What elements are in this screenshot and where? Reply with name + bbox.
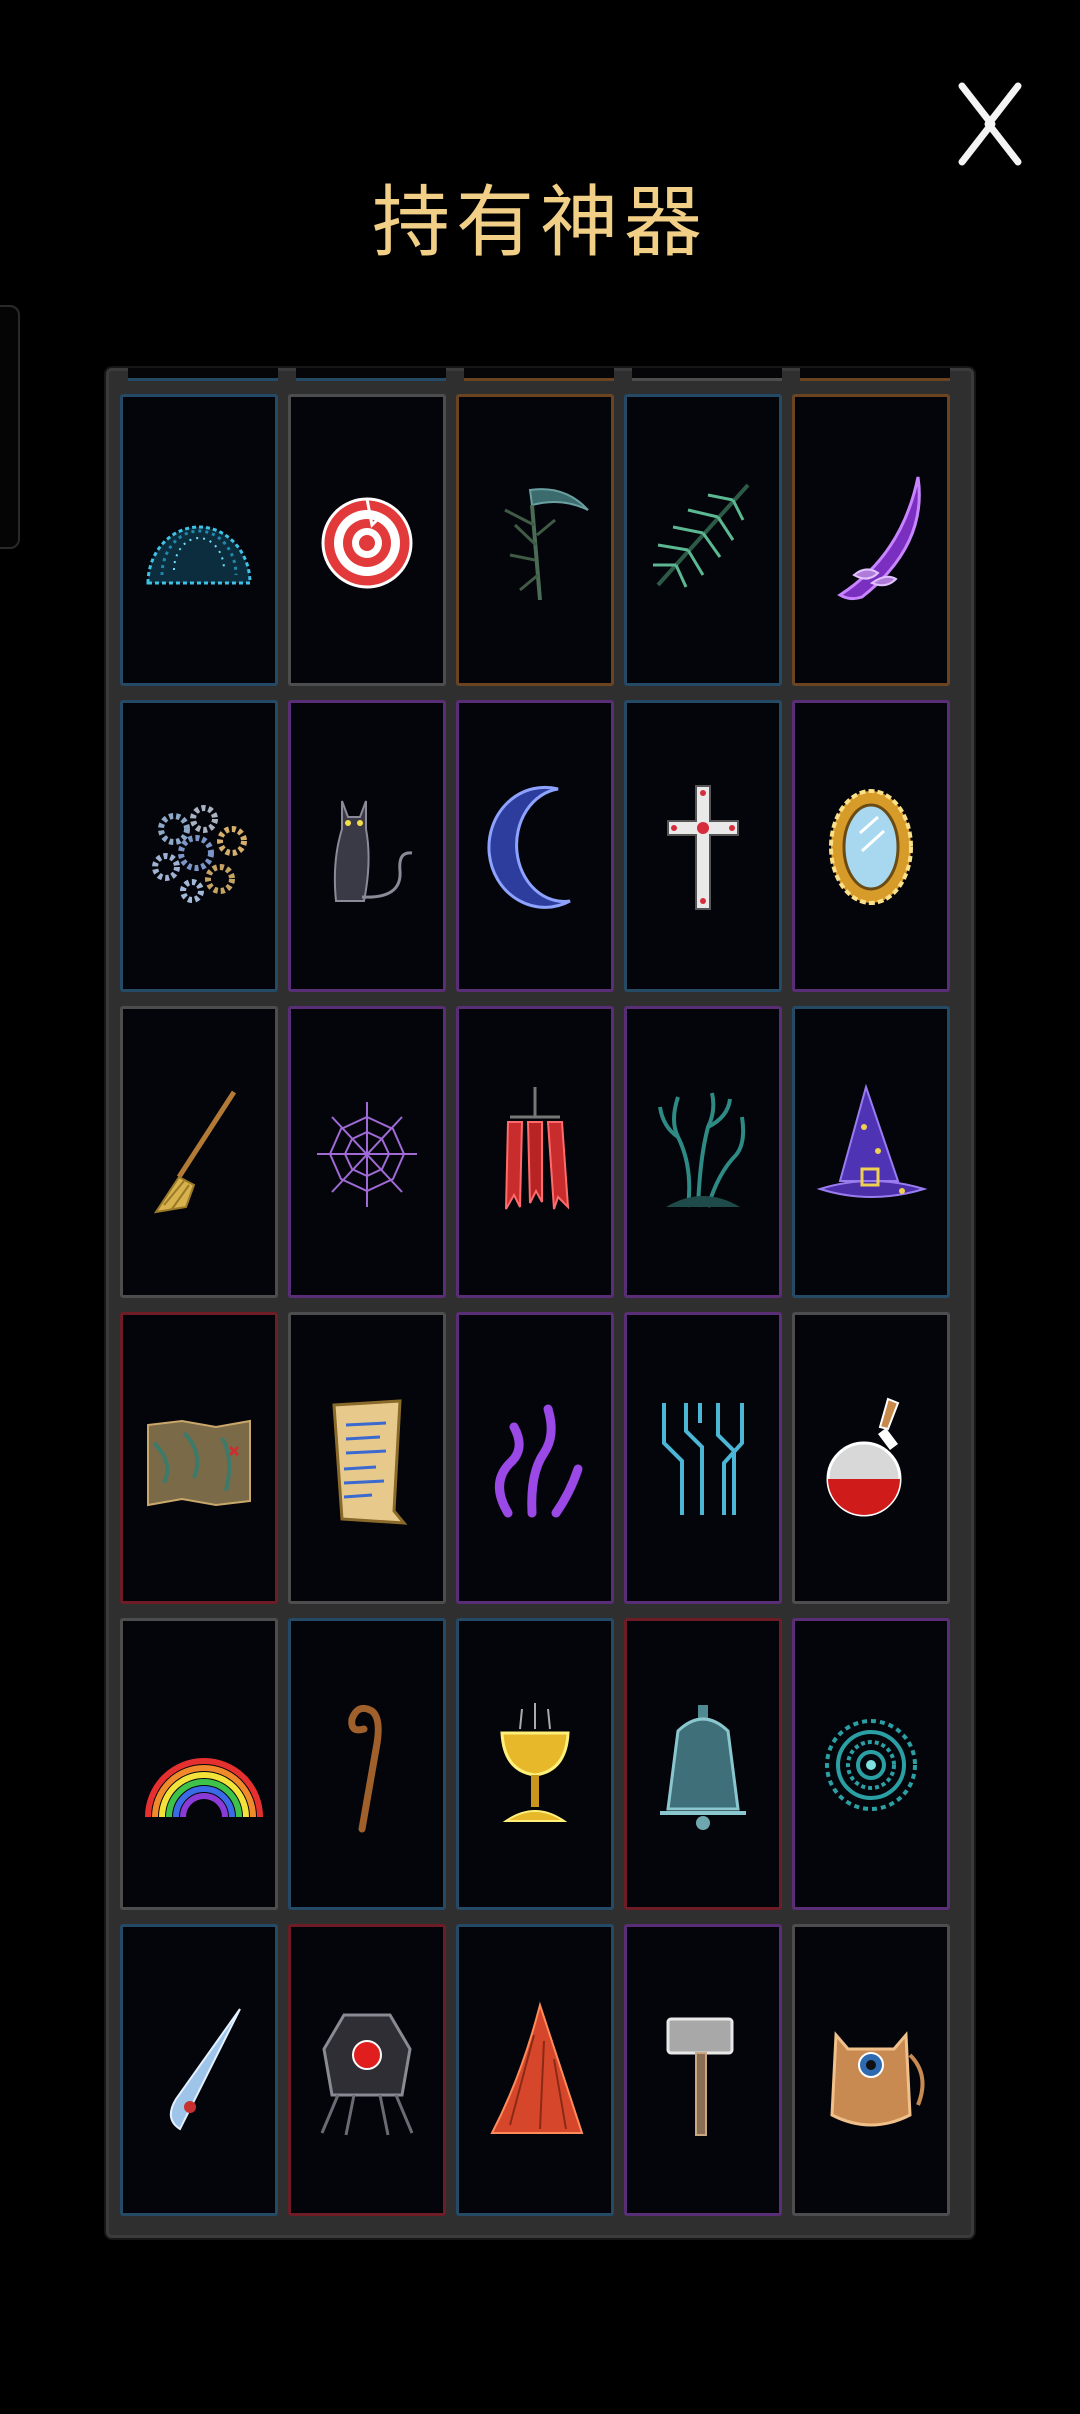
- artifact-card-red-potion[interactable]: [792, 1312, 950, 1604]
- artifact-card-spike-shard[interactable]: [120, 1924, 278, 2216]
- artifact-card-crescent-moon[interactable]: [456, 700, 614, 992]
- jeweled-cross-icon: [667, 785, 739, 910]
- scythe-icon: [504, 488, 589, 601]
- artifact-card-fir-branch[interactable]: [624, 394, 782, 686]
- artifact-card-mechanical-eye[interactable]: [288, 1924, 446, 2216]
- artifact-grid: [120, 394, 970, 2216]
- crescent-moon-icon: [487, 785, 571, 909]
- circuit-glyph-icon: [662, 1403, 744, 1515]
- previous-row-peek: [120, 368, 960, 382]
- treasure-map-icon: [147, 1419, 251, 1507]
- close-button[interactable]: [950, 78, 1030, 168]
- purple-claw-icon: [837, 476, 921, 601]
- artifact-panel[interactable]: [106, 368, 974, 2238]
- artifact-card-dark-orb[interactable]: [120, 394, 278, 686]
- black-cat-icon: [333, 800, 413, 902]
- war-hammer-icon: [666, 2017, 734, 2136]
- red-potion-icon: [826, 1397, 902, 1517]
- artifact-card-gears[interactable]: [120, 700, 278, 992]
- tentacles-icon: [495, 1404, 583, 1518]
- spiral-portal-icon: [825, 1719, 917, 1811]
- artifact-card-war-hammer[interactable]: [624, 1924, 782, 2216]
- artifact-card-circuit-glyph[interactable]: [624, 1312, 782, 1604]
- artifact-card-golden-mirror[interactable]: [792, 700, 950, 992]
- artifact-card-wizard-hat[interactable]: [792, 1006, 950, 1298]
- golden-chalice-icon: [500, 1703, 570, 1822]
- artifact-card-spiral-portal[interactable]: [792, 1618, 950, 1910]
- cat-bag-icon: [830, 2031, 925, 2127]
- artifact-card-red-fin[interactable]: [456, 1924, 614, 2216]
- artifact-card-scroll[interactable]: [288, 1312, 446, 1604]
- gears-icon: [152, 805, 247, 903]
- bell-icon: [660, 1705, 746, 1830]
- dead-tree-icon: [658, 1092, 746, 1208]
- broom-icon: [153, 1090, 237, 1214]
- artifact-card-wooden-staff[interactable]: [288, 1618, 446, 1910]
- artifact-card-tentacles[interactable]: [456, 1312, 614, 1604]
- wooden-staff-icon: [348, 1704, 382, 1833]
- artifact-card-cat-bag[interactable]: [792, 1924, 950, 2216]
- golden-mirror-icon: [829, 789, 913, 905]
- artifact-card-golden-chalice[interactable]: [456, 1618, 614, 1910]
- dark-orb-icon: [146, 525, 252, 585]
- artifact-card-scythe[interactable]: [456, 394, 614, 686]
- target-icon: [321, 497, 413, 589]
- scroll-icon: [332, 1399, 408, 1525]
- mechanical-eye-icon: [320, 2013, 414, 2136]
- spider-web-icon: [317, 1102, 417, 1207]
- artifact-card-broom[interactable]: [120, 1006, 278, 1298]
- rainbow-icon: [145, 1758, 263, 1818]
- red-banners-icon: [505, 1087, 570, 1210]
- spike-shard-icon: [169, 2008, 241, 2131]
- fir-branch-icon: [653, 483, 750, 588]
- artifact-card-red-banners[interactable]: [456, 1006, 614, 1298]
- artifact-card-rainbow[interactable]: [120, 1618, 278, 1910]
- artifact-card-jeweled-cross[interactable]: [624, 700, 782, 992]
- artifact-card-purple-claw[interactable]: [792, 394, 950, 686]
- artifact-card-bell[interactable]: [624, 1618, 782, 1910]
- artifact-card-dead-tree[interactable]: [624, 1006, 782, 1298]
- page-title: 持有神器: [371, 178, 708, 268]
- artifact-card-target[interactable]: [288, 394, 446, 686]
- close-icon: [958, 82, 1022, 166]
- artifact-card-black-cat[interactable]: [288, 700, 446, 992]
- wizard-hat-icon: [816, 1083, 928, 1198]
- edge-drawer-tab[interactable]: [0, 305, 20, 549]
- artifact-card-spider-web[interactable]: [288, 1006, 446, 1298]
- artifact-card-treasure-map[interactable]: [120, 1312, 278, 1604]
- red-fin-icon: [490, 2001, 584, 2134]
